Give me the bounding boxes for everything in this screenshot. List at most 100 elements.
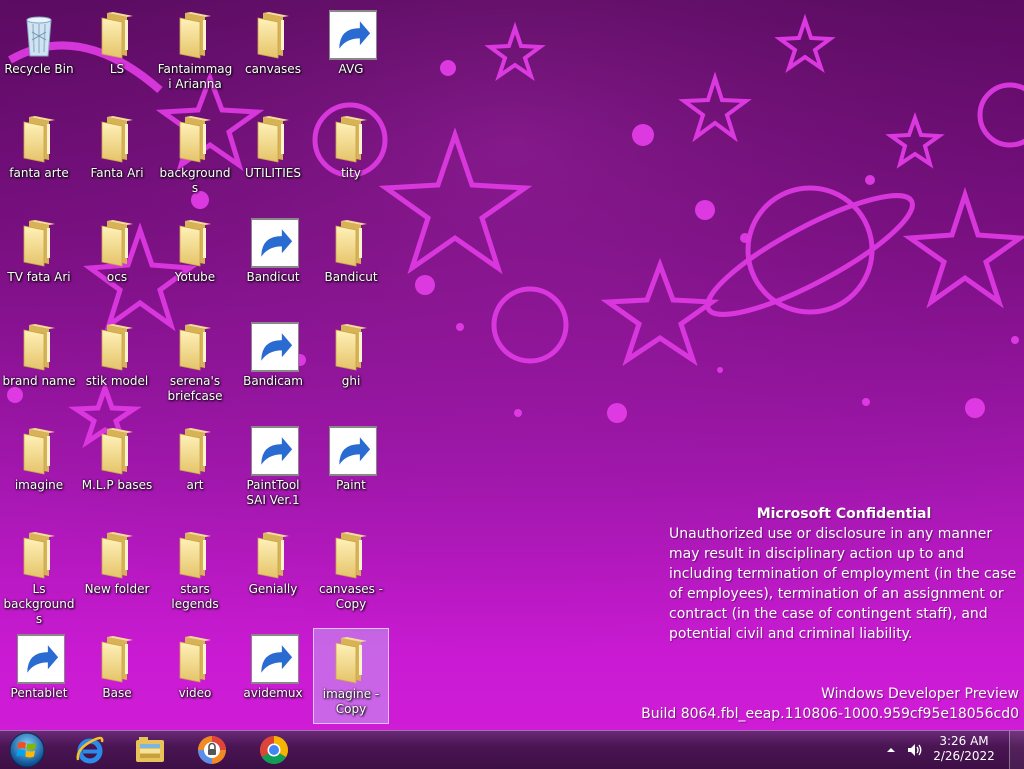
chrome-icon xyxy=(260,736,288,764)
desktop-icon-label: Ls backgrounds xyxy=(3,582,75,626)
desktop-icon[interactable]: Bandicut xyxy=(313,212,389,308)
desktop-icon[interactable]: Yotube xyxy=(157,212,233,308)
avg-icon xyxy=(327,10,377,60)
folder-icon xyxy=(327,635,375,685)
desktop-icon[interactable]: Pentablet xyxy=(1,628,77,724)
desktop-icon-label: Bandicut xyxy=(246,270,300,284)
folder-icon xyxy=(327,322,375,372)
desktop-icon[interactable]: Recycle Bin xyxy=(1,4,77,100)
desktop-icon[interactable]: LS xyxy=(79,4,155,100)
desktop-icon-label: PaintTool SAI Ver.1 xyxy=(246,478,300,507)
desktop-icon[interactable]: tity xyxy=(313,108,389,204)
desktop-icon[interactable]: New folder xyxy=(79,524,155,620)
folder-icon xyxy=(15,322,63,372)
desktop-icon-label: Pentablet xyxy=(10,686,68,700)
shortcut-arrow-icon xyxy=(17,634,65,684)
shortcut-arrow-icon xyxy=(251,322,299,372)
avidemux-icon xyxy=(249,634,299,684)
desktop-icon-label: tity xyxy=(341,166,361,180)
desktop-icon[interactable]: ocs xyxy=(79,212,155,308)
folder-icon xyxy=(93,426,141,476)
lock-browser-icon xyxy=(198,736,226,764)
desktop-icon[interactable]: Bandicam xyxy=(235,316,311,412)
folder-icon xyxy=(171,634,219,684)
folder-icon xyxy=(171,10,219,60)
desktop-icon-label: brand name xyxy=(2,374,76,388)
desktop-icon-label: M.L.P bases xyxy=(81,478,153,492)
desktop-icon[interactable]: UTILITIES xyxy=(235,108,311,204)
desktop-icon[interactable]: TV fata Ari xyxy=(1,212,77,308)
desktop-icon[interactable]: canvases xyxy=(235,4,311,100)
desktop-icon-label: AVG xyxy=(338,62,364,76)
desktop-icon[interactable]: Genially xyxy=(235,524,311,620)
folder-icon xyxy=(93,322,141,372)
desktop-icon[interactable]: Fantaimmagi Arianna xyxy=(157,4,233,100)
desktop-icon[interactable]: Paint xyxy=(313,420,389,516)
confidential-heading: Microsoft Confidential xyxy=(756,506,932,522)
folder-icon xyxy=(93,530,141,580)
internet-explorer-icon xyxy=(76,736,104,764)
taskbar-secure-browser[interactable] xyxy=(184,731,240,769)
desktop-icon-label: Base xyxy=(102,686,132,700)
folder-icon xyxy=(93,114,141,164)
show-desktop-button[interactable] xyxy=(1009,731,1024,769)
desktop-icon[interactable]: AVG xyxy=(313,4,389,100)
windows-orb-icon xyxy=(9,732,45,768)
desktop-icon[interactable]: stars legends xyxy=(157,524,233,620)
desktop-icon[interactable]: video xyxy=(157,628,233,724)
folder-icon xyxy=(171,322,219,372)
desktop-icon-label: Fanta Ari xyxy=(90,166,144,180)
desktop-icon[interactable]: art xyxy=(157,420,233,516)
start-button[interactable] xyxy=(2,731,52,769)
folder-icon xyxy=(93,634,141,684)
folder-icon xyxy=(15,426,63,476)
folder-library-icon xyxy=(136,737,164,762)
desktop-icon[interactable]: Base xyxy=(79,628,155,724)
desktop-icon[interactable]: PaintTool SAI Ver.1 xyxy=(235,420,311,516)
folder-icon xyxy=(249,10,297,60)
shortcut-arrow-icon xyxy=(251,218,299,268)
taskbar-internet-explorer[interactable] xyxy=(62,731,118,769)
folder-icon xyxy=(171,530,219,580)
desktop-icon[interactable]: M.L.P bases xyxy=(79,420,155,516)
desktop-icon[interactable]: serena's briefcase xyxy=(157,316,233,412)
desktop-icon-label: LS xyxy=(109,62,125,76)
desktop-icon-label: serena's briefcase xyxy=(167,374,223,403)
build-info: Windows Developer Preview Build 8064.fbl… xyxy=(641,684,1019,724)
desktop-icon-label: imagine xyxy=(14,478,64,492)
desktop-icon[interactable]: ghi xyxy=(313,316,389,412)
desktop-icon[interactable]: Ls backgrounds xyxy=(1,524,77,626)
desktop-icon[interactable]: avidemux xyxy=(235,628,311,724)
desktop-icon[interactable]: Fanta Ari xyxy=(79,108,155,204)
confidential-watermark: Microsoft Confidential Unauthorized use … xyxy=(669,504,1019,644)
shortcut-arrow-icon xyxy=(329,426,377,476)
desktop-icon[interactable]: imagine xyxy=(1,420,77,516)
shortcut-arrow-icon xyxy=(251,634,299,684)
clock[interactable]: 3:26 AM 2/26/2022 xyxy=(930,734,998,764)
desktop-icon[interactable]: brand name xyxy=(1,316,77,412)
taskbar-chrome[interactable] xyxy=(246,731,302,769)
folder-icon xyxy=(15,530,63,580)
clock-time: 3:26 AM xyxy=(939,734,989,748)
folder-icon xyxy=(249,114,297,164)
desktop-icon[interactable]: Bandicut xyxy=(235,212,311,308)
desktop-icon-label: ghi xyxy=(341,374,361,388)
folder-icon xyxy=(171,114,219,164)
desktop-icon-label: art xyxy=(186,478,204,492)
desktop-icon[interactable]: fanta arte xyxy=(1,108,77,204)
taskbar-file-explorer[interactable] xyxy=(122,731,178,769)
desktop-icon-label: stars legends xyxy=(171,582,219,611)
show-hidden-icons-icon[interactable] xyxy=(884,743,898,757)
build-label: Build 8064.fbl_eeap.110806-1000.959cf95e… xyxy=(641,706,1019,722)
desktop-icon[interactable]: imagine - Copy xyxy=(313,628,389,724)
folder-icon xyxy=(327,218,375,268)
desktop-icon[interactable]: stik model xyxy=(79,316,155,412)
desktop-icon[interactable]: backgrounds xyxy=(157,108,233,204)
desktop-icon-label: UTILITIES xyxy=(245,166,301,180)
folder-icon xyxy=(327,530,375,580)
volume-icon[interactable] xyxy=(906,741,924,759)
folder-icon xyxy=(249,530,297,580)
desktop-icon-label: Paint xyxy=(336,478,366,492)
sai-icon xyxy=(249,426,299,476)
desktop-icon[interactable]: canvases - Copy xyxy=(313,524,389,620)
